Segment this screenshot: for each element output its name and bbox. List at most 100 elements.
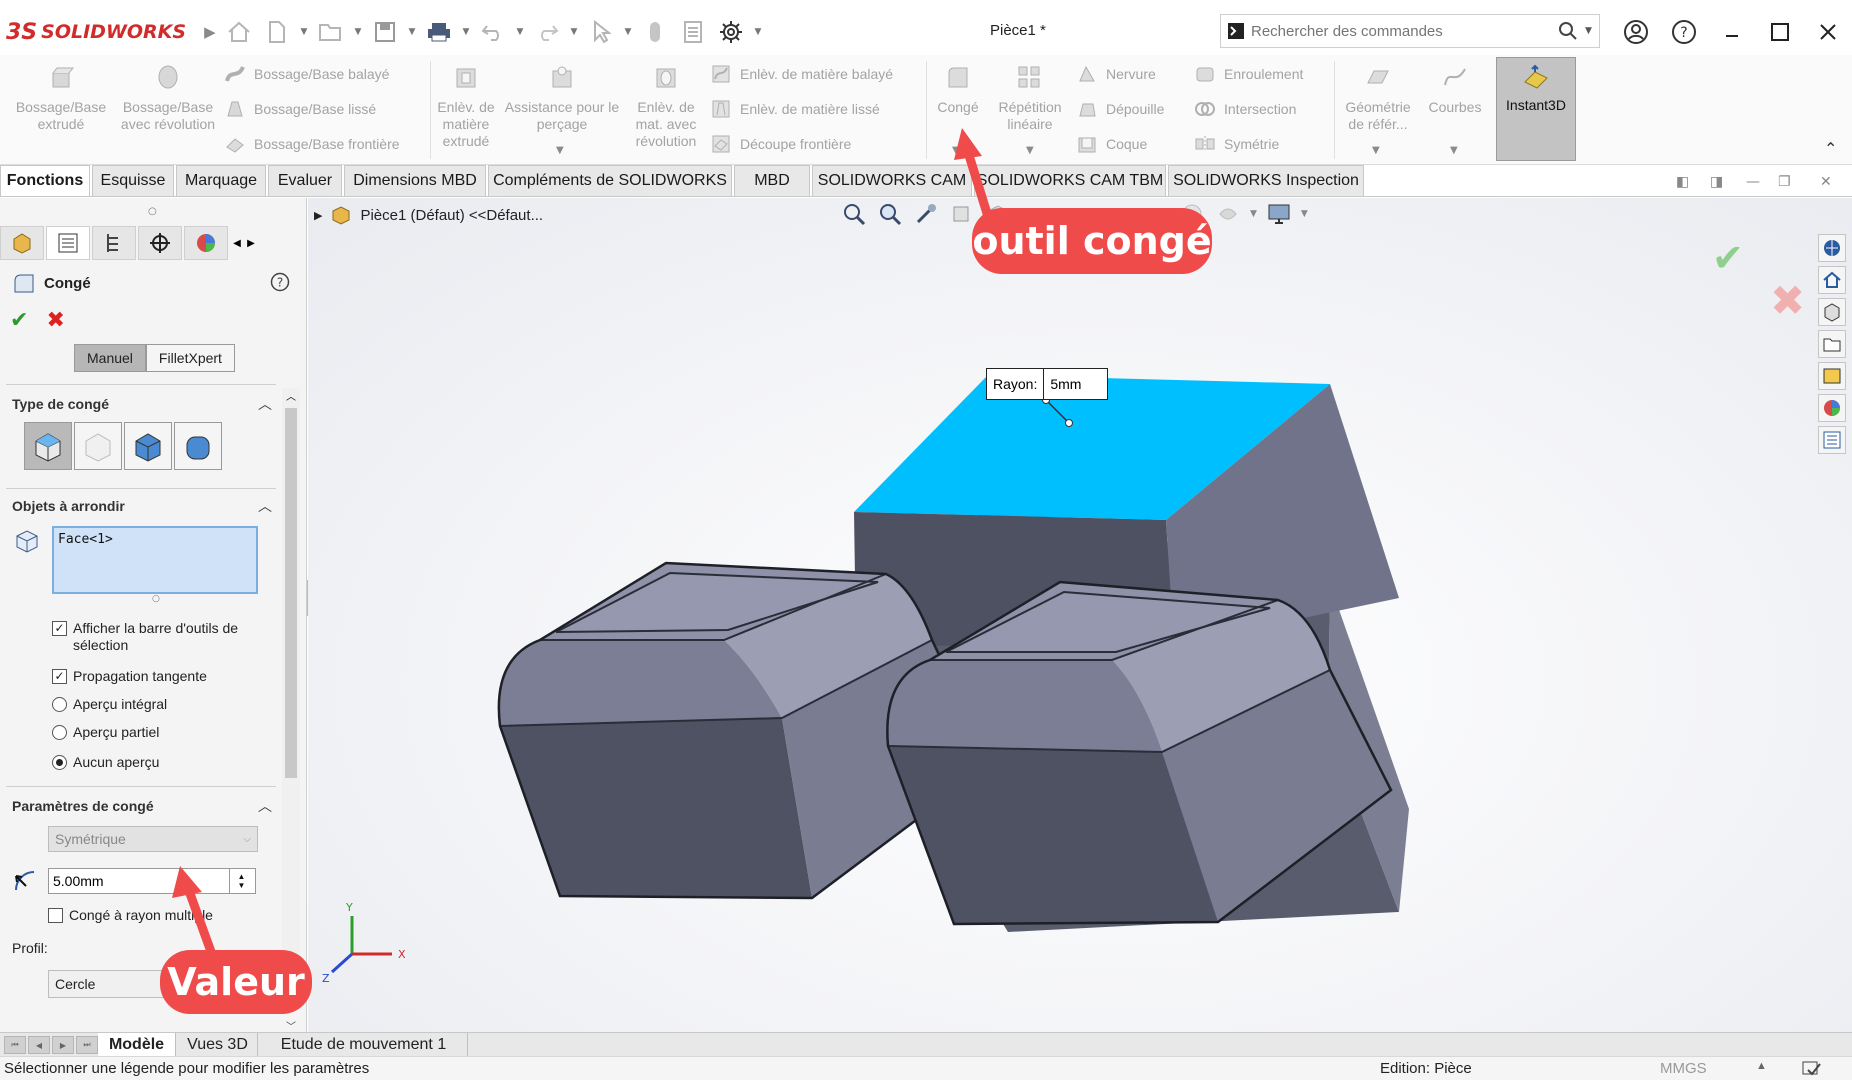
checkbox-checked-icon[interactable]: ✓ xyxy=(52,669,67,684)
chevron-down-icon[interactable]: ▼ xyxy=(1372,145,1380,156)
radio-checked-icon[interactable] xyxy=(52,755,67,770)
collapse-chevron-icon[interactable]: ︿ xyxy=(258,394,272,414)
instant3d-button[interactable]: Instant3D xyxy=(1496,57,1576,161)
chevron-down-icon[interactable]: ▼ xyxy=(460,27,472,37)
no-preview-radio[interactable]: Aucun aperçu xyxy=(52,754,159,771)
boss-boundary-button[interactable]: Bossage/Base frontière xyxy=(224,131,400,157)
constant-radius-fillet-option[interactable] xyxy=(24,422,72,470)
open-folder-icon[interactable] xyxy=(314,14,348,50)
chevron-down-icon[interactable]: ▼ xyxy=(622,27,634,37)
tab-solidworks-inspection[interactable]: SOLIDWORKS Inspection xyxy=(1168,165,1364,196)
home-icon[interactable] xyxy=(1818,266,1846,294)
new-document-icon[interactable] xyxy=(260,14,294,50)
doc-minimize-icon[interactable]: — xyxy=(1746,174,1760,190)
restore-pane-icon[interactable]: ◧ xyxy=(1676,174,1689,190)
intersection-button[interactable]: Intersection xyxy=(1194,96,1296,122)
filletxpert-mode-button[interactable]: FilletXpert xyxy=(145,344,235,372)
checkbox-unchecked-icon[interactable] xyxy=(48,908,63,923)
full-preview-radio[interactable]: Aperçu intégral xyxy=(52,696,167,713)
fillet-parameters-heading[interactable]: Paramètres de congé xyxy=(12,798,154,814)
view-settings-icon[interactable] xyxy=(1265,200,1293,228)
scroll-down-icon[interactable]: ﹀ xyxy=(286,1018,296,1033)
panel-scrollbar[interactable]: ︿ xyxy=(282,388,300,988)
property-manager-tab[interactable] xyxy=(46,226,90,260)
solidworks-logo[interactable]: 3S SOLIDWORKS ▶ xyxy=(6,16,216,48)
zoom-to-fit-icon[interactable] xyxy=(840,200,868,228)
radius-field[interactable] xyxy=(49,873,229,889)
tab-scroll-left-icon[interactable]: ◀ xyxy=(230,226,244,260)
print-icon[interactable] xyxy=(422,14,456,50)
home-icon[interactable] xyxy=(222,14,256,50)
collapse-chevron-icon[interactable]: ︿ xyxy=(258,496,272,516)
scrollbar-thumb[interactable] xyxy=(285,408,297,778)
face-fillet-option[interactable] xyxy=(124,422,172,470)
gear-icon[interactable] xyxy=(714,14,748,50)
tab-fonctions[interactable]: Fonctions xyxy=(0,165,90,196)
rib-button[interactable]: Nervure xyxy=(1076,61,1156,87)
mirror-button[interactable]: Symétrie xyxy=(1194,131,1279,157)
scroll-up-icon[interactable]: ︿ xyxy=(286,388,296,403)
chevron-down-icon[interactable]: ▼ xyxy=(1026,145,1034,156)
select-cursor-icon[interactable] xyxy=(584,14,618,50)
chevron-down-icon[interactable]: ▼ xyxy=(238,881,246,890)
minimize-icon[interactable] xyxy=(1708,14,1756,50)
list-resize-grip-icon[interactable]: ○ xyxy=(152,594,160,604)
fillet-type-heading[interactable]: Type de congé xyxy=(12,396,109,412)
linear-pattern-button[interactable]: Répétition linéaire xyxy=(990,59,1070,133)
help-icon[interactable]: ? xyxy=(1660,14,1708,50)
display-manager-tab[interactable] xyxy=(184,226,228,260)
user-account-icon[interactable] xyxy=(1612,14,1660,50)
items-to-fillet-list[interactable]: Face<1> xyxy=(52,526,258,594)
chevron-up-icon[interactable]: ▲ xyxy=(1756,1060,1767,1072)
custom-properties-icon[interactable] xyxy=(1818,426,1846,454)
feature-manager-tab[interactable] xyxy=(0,226,44,260)
draft-button[interactable]: Dépouille xyxy=(1076,96,1164,122)
undo-icon[interactable] xyxy=(476,14,510,50)
chevron-down-icon[interactable]: ▼ xyxy=(1301,209,1308,219)
chevron-down-icon[interactable]: ▼ xyxy=(952,145,960,156)
reference-geometry-button[interactable]: Géométrie de référ... xyxy=(1338,59,1418,133)
view-palette-icon[interactable] xyxy=(1818,362,1846,390)
confirmation-ok-icon[interactable]: ✔ xyxy=(1712,236,1744,280)
tab-esquisse[interactable]: Esquisse xyxy=(92,165,174,196)
cut-sweep-button[interactable]: Enlèv. de matière balayé xyxy=(710,61,893,87)
redo-icon[interactable] xyxy=(530,14,564,50)
cut-loft-button[interactable]: Enlèv. de matière lissé xyxy=(710,96,880,122)
tab-vues-3d[interactable]: Vues 3D xyxy=(178,1033,258,1057)
previous-view-icon[interactable] xyxy=(912,200,940,228)
full-round-fillet-option[interactable] xyxy=(174,422,222,470)
cut-revolve-button[interactable]: Enlèv. de mat. avec révolution xyxy=(628,59,704,150)
boss-loft-button[interactable]: Bossage/Base lissé xyxy=(224,96,376,122)
panel-grip-icon[interactable]: ○ xyxy=(148,206,157,217)
rebuild-icon[interactable] xyxy=(638,14,672,50)
design-library-icon[interactable] xyxy=(1818,298,1846,326)
boss-extrude-button[interactable]: Bossage/Base extrudé xyxy=(8,59,114,133)
last-tab-icon[interactable]: ⏭ xyxy=(76,1036,98,1054)
radius-stepper[interactable]: ▲ ▼ xyxy=(229,869,253,893)
command-search[interactable]: ▼ xyxy=(1220,14,1600,48)
configuration-manager-tab[interactable] xyxy=(92,226,136,260)
chevron-down-icon[interactable]: ▼ xyxy=(1450,145,1458,156)
show-selection-toolbar-checkbox[interactable]: ✓ Afficher la barre d'outils de sélectio… xyxy=(52,620,272,654)
manual-mode-button[interactable]: Manuel xyxy=(74,344,146,372)
chevron-down-icon[interactable]: ▼ xyxy=(1250,209,1257,219)
file-explorer-icon[interactable] xyxy=(1818,330,1846,358)
ok-check-icon[interactable]: ✔ xyxy=(10,308,28,333)
chevron-down-icon[interactable]: ▼ xyxy=(352,27,364,37)
file-properties-icon[interactable] xyxy=(676,14,710,50)
menu-expand-icon[interactable]: ▶ xyxy=(204,23,216,41)
model-canvas[interactable]: Y X Z xyxy=(308,198,1852,1034)
zoom-to-area-icon[interactable] xyxy=(876,200,904,228)
radio-unchecked-icon[interactable] xyxy=(52,697,67,712)
cancel-x-icon[interactable]: ✖ xyxy=(46,308,64,333)
tangent-propagation-checkbox[interactable]: ✓ Propagation tangente xyxy=(52,668,207,685)
tab-marquage[interactable]: Marquage xyxy=(176,165,266,196)
rebuild-status-icon[interactable] xyxy=(1800,1059,1822,1080)
chevron-up-icon[interactable]: ▲ xyxy=(238,872,246,881)
fillet-method-dropdown[interactable]: Symétrique ⌵ xyxy=(48,826,258,852)
help-icon[interactable]: ? xyxy=(270,272,290,296)
close-icon[interactable] xyxy=(1804,14,1852,50)
partial-preview-radio[interactable]: Aperçu partiel xyxy=(52,724,159,741)
chevron-down-icon[interactable]: ▼ xyxy=(298,27,310,37)
tab-dimensions-mbd[interactable]: Dimensions MBD xyxy=(344,165,486,196)
